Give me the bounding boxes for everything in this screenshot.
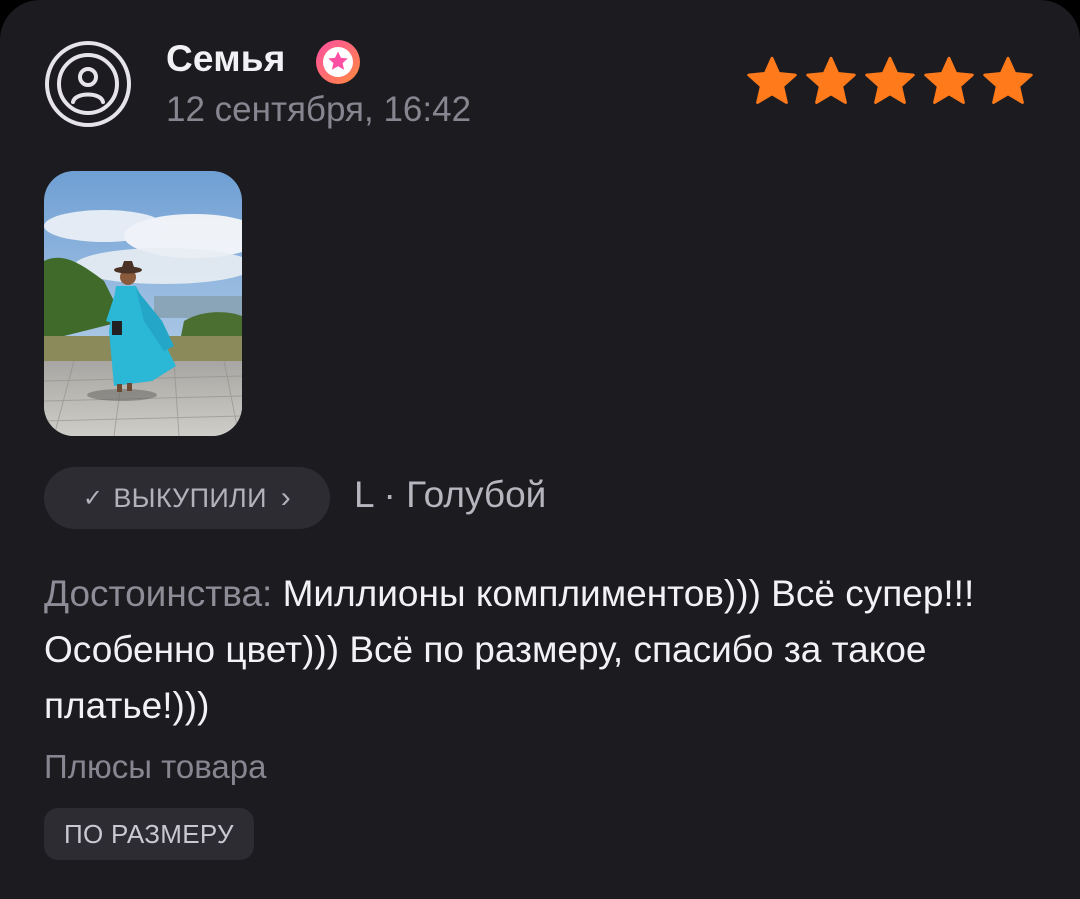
star-icon — [924, 56, 974, 104]
review-photo-thumbnail[interactable] — [44, 171, 242, 436]
star-icon — [983, 56, 1033, 104]
review-card: Семья 12 сентября, 16:42 ✓ ВЫКУПИЛИ › L … — [0, 0, 1080, 899]
purchased-label: ВЫКУПИЛИ — [113, 482, 267, 513]
star-badge-icon — [314, 38, 362, 86]
pluses-title: Плюсы товара — [44, 748, 267, 785]
user-avatar-icon[interactable] — [44, 40, 132, 128]
purchased-badge-button[interactable]: ✓ ВЫКУПИЛИ › — [44, 467, 330, 529]
check-icon: ✓ — [82, 484, 104, 512]
review-text-label: Достоинства: — [44, 573, 273, 614]
product-variant: L · Голубой — [354, 474, 547, 515]
rating-stars — [744, 54, 1036, 110]
star-icon — [747, 56, 797, 104]
star-icon — [806, 56, 856, 104]
review-text: Достоинства: Миллионы комплиментов))) Вс… — [44, 566, 1044, 734]
plus-tag-chip[interactable]: ПО РАЗМЕРУ — [44, 808, 254, 860]
review-date: 12 сентября, 16:42 — [166, 90, 472, 129]
author-name[interactable]: Семья — [166, 38, 286, 80]
star-icon — [865, 56, 915, 104]
chevron-right-icon: › — [280, 481, 292, 514]
